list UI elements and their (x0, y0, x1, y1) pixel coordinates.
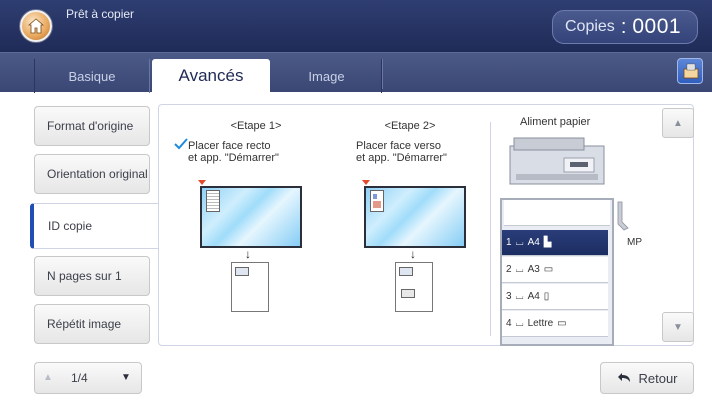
step2-desc-line2: et app. "Démarrer" (356, 152, 447, 164)
copies-counter: Copies : 0001 (552, 10, 698, 44)
back-arrow-icon (618, 373, 631, 382)
tray-size: A3 (527, 264, 540, 275)
tray-2[interactable]: 2 ⌴ A3 ▭ (502, 257, 608, 283)
paper-tray-icon: ⌴ (515, 237, 524, 248)
paper-tray-icon: ⌴ (515, 291, 524, 302)
section-divider (490, 122, 491, 336)
step1-desc-line2: et app. "Démarrer" (188, 152, 279, 164)
tray-number: 2 (506, 264, 512, 275)
orientation-marker-icon (362, 180, 370, 185)
step1-title: <Etape 1> (230, 120, 282, 132)
sidebar-item-format-origine[interactable]: Format d'origine (34, 106, 150, 146)
card-front-icon (235, 267, 249, 276)
home-icon (27, 18, 45, 34)
output-page-step1 (231, 262, 269, 312)
card-front-icon (399, 267, 413, 276)
landscape-page-icon: ▭ (557, 318, 567, 329)
sidebar-item-n-pages-sur-1[interactable]: N pages sur 1 (34, 256, 150, 296)
arrow-down-icon: ↓ (245, 247, 251, 261)
tray-number: 1 (506, 237, 512, 248)
paper-tray-icon: ⌴ (515, 264, 524, 275)
card-back-icon (401, 289, 415, 298)
status-text: Prêt à copier (66, 7, 135, 21)
sidebar-item-orientation-original[interactable]: Orientation original (34, 154, 150, 194)
landscape-page-icon: ▭ (543, 264, 554, 275)
tray-number: 3 (506, 291, 512, 302)
pager-up-icon[interactable]: ▲ (43, 372, 53, 383)
tab-image[interactable]: Image (272, 59, 382, 93)
tray-1[interactable]: 1 ⌴ A4 ▙ (502, 230, 608, 256)
tray-number: 4 (506, 318, 512, 329)
mp-tray-icon (617, 201, 629, 231)
paper-tray-icon: ⌴ (515, 318, 524, 329)
step2-title: <Etape 2> (384, 120, 436, 132)
pager-down-icon[interactable]: ▼ (121, 372, 131, 383)
portrait-page-icon: ▙ (543, 237, 552, 248)
scanner-glass-step1 (200, 186, 302, 248)
retour-button[interactable]: Retour (600, 362, 694, 394)
tray-3[interactable]: 3 ⌴ A4 ▯ (502, 284, 608, 310)
scroll-down-button[interactable]: ▼ (662, 312, 694, 342)
home-button[interactable] (20, 10, 52, 42)
portrait-page-icon: ▯ (543, 291, 550, 302)
copies-value: 0001 (632, 15, 682, 38)
retour-label: Retour (638, 370, 678, 386)
tab-avances[interactable]: Avancés (152, 59, 270, 93)
step2-desc-line1: Placer face verso (356, 140, 441, 152)
aliment-papier-title: Aliment papier (520, 116, 591, 128)
tray-size: A4 (527, 291, 540, 302)
orientation-marker-icon (198, 180, 206, 185)
arrow-down-icon: ↓ (410, 247, 416, 261)
output-page-step2 (395, 262, 433, 312)
save-button[interactable] (677, 58, 703, 84)
sidebar-item-id-copie[interactable]: ID copie (30, 203, 160, 249)
save-icon (683, 63, 699, 79)
checkmark-icon (174, 138, 188, 150)
tray-4[interactable]: 4 ⌴ Lettre ▭ (502, 311, 608, 337)
paper-tray-top (504, 200, 610, 226)
pager: ▲ 1/4 ▼ (34, 362, 142, 394)
scroll-up-button[interactable]: ▲ (662, 108, 694, 138)
tab-bar: Basique Avancés Image (0, 52, 712, 93)
tab-basique[interactable]: Basique (34, 59, 150, 93)
printer-icon (509, 137, 605, 185)
scanner-glass-step2 (364, 186, 466, 248)
triangle-up-icon: ▲ (673, 117, 683, 129)
tray-size: Lettre (527, 318, 554, 329)
triangle-down-icon: ▼ (673, 321, 683, 333)
copies-separator: : (620, 15, 627, 38)
tray-size: A4 (527, 237, 540, 248)
sidebar-item-repetit-image[interactable]: Répétit image (34, 304, 150, 344)
copies-label: Copies (565, 18, 615, 35)
pager-text: 1/4 (71, 371, 88, 385)
id-card-icon (370, 190, 384, 212)
mp-label: MP (627, 237, 642, 248)
id-card-icon (206, 190, 220, 212)
tab-divider (382, 59, 383, 89)
step1-desc-line1: Placer face recto (188, 140, 271, 152)
